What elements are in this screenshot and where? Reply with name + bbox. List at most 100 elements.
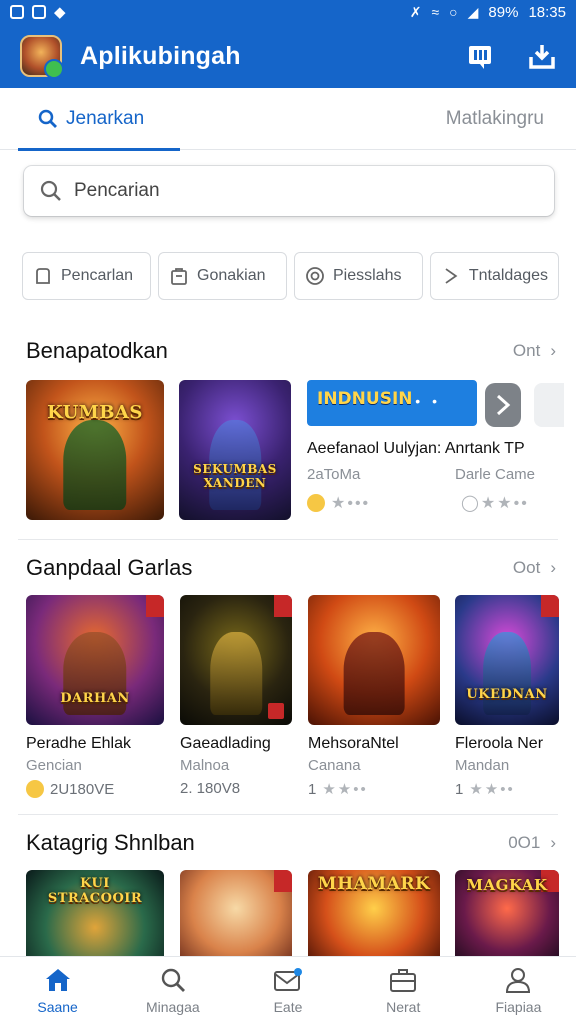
game-card[interactable] [180,870,292,956]
status-notifications: ◆ [10,3,66,21]
game-card[interactable]: KUI STRACOOIR [26,870,164,956]
game-card[interactable]: Gaeadlading Malnoa 2. 180V8 [180,595,292,797]
filter-chips: Pencarlan Gonakian Piesslahs Tntaldages [22,252,559,300]
game-thumbnail: KUI STRACOOIR [26,870,164,956]
rating-stars-icon: ★★•• [469,781,515,798]
banner-next-button[interactable] [485,383,521,427]
game-card[interactable]: SEKUMBAS XANDEN [179,380,291,520]
nav-work[interactable]: Nerat [346,957,461,1024]
chip-play[interactable]: Tntaldages [430,252,559,300]
game-logo-text: UKEDNAN [466,687,548,702]
divider [18,814,558,815]
clock: 18:35 [528,3,566,21]
badge-icon [274,870,292,892]
nav-label: Nerat [386,998,421,1015]
game-card[interactable]: UKEDNAN Fleroola Ner Mandan 1 ★★•• [455,595,559,798]
emoji-icon [26,780,44,798]
game-meta-text: 1 [455,780,464,798]
game-thumbnail: KUMBAS [26,380,164,520]
game-publisher: Malnoa [180,757,230,774]
section-title: Katagrig Shnlban [26,830,195,855]
bottom-navigation: Saane Minagaa Eate Nerat Fiapiaa [0,956,576,1024]
chip-search[interactable]: Pencarlan [22,252,151,300]
game-thumbnail [180,870,292,956]
see-more-label: Oot [512,558,541,577]
game-thumbnail [308,595,440,725]
banner-rating-row: ★••• ◯★★•• [307,493,576,513]
mail-icon [274,967,302,991]
home-icon [45,968,70,991]
search-icon [40,180,61,201]
game-thumbnail [180,595,292,725]
section-title: Ganpdaal Garlas [26,555,193,580]
chevron-right-icon: › [550,558,556,577]
app-bar: Aplikubingah [0,24,576,88]
game-card[interactable]: MehsoraNtel Canana 1 ★★•• [308,595,440,798]
search-input[interactable] [74,180,514,202]
game-meta: 1 ★★•• [308,780,440,799]
chip-shop[interactable]: Gonakian [158,252,287,300]
nav-profile[interactable]: Fiapiaa [461,957,576,1024]
emoji-icon [307,494,325,512]
wifi-icon: ≈ [431,4,440,20]
search-bar[interactable] [24,166,554,216]
app-actions [466,42,556,70]
game-meta: 2U180VE [26,780,164,798]
game-title: Fleroola Ner [455,735,544,752]
game-title: Gaeadlading [180,735,271,752]
nav-inbox[interactable]: Eate [230,957,345,1024]
game-card[interactable]: MHAMARK [308,870,440,956]
search-icon [161,968,185,992]
see-more-label: Ont [512,341,541,360]
download-button[interactable] [528,42,556,70]
section-header-popular: Ganpdaal Garlas Oot › [26,553,556,583]
chevron-right-icon [496,394,511,416]
rating-stars-icon: ★★•• [322,781,368,798]
game-thumbnail: SEKUMBAS XANDEN [179,380,291,520]
rating-stars-icon: ★••• [331,495,371,512]
download-icon [529,45,555,69]
document-icon [36,268,50,284]
game-meta-text: 1 [308,780,317,798]
search-icon [38,109,57,128]
game-logo-text: MHAMARK [317,874,431,894]
category-row: KUI STRACOOIR MHAMARK MAGKAK [26,870,576,956]
game-logo-text: KUI STRACOOIR [47,876,143,906]
see-more-button[interactable]: Oot › [513,558,556,578]
game-thumbnail: UKEDNAN [455,595,559,725]
person-icon [506,967,531,993]
game-meta: 1 ★★•• [455,780,559,799]
banner-title: Aeefanaol Uulyjan: Anrtank TP [307,440,525,457]
recommended-row: KUMBAS SEKUMBAS XANDEN INDNUSIN • • Aeef… [26,380,576,520]
game-meta: 2. 180V8 [180,780,292,797]
game-publisher: Mandan [455,757,510,774]
app-title: Aplikubingah [80,41,241,70]
game-card[interactable]: KUMBAS [26,380,164,520]
game-logo-text: KUMBAS [47,402,143,423]
badge-icon [541,595,559,617]
nav-home[interactable]: Saane [0,957,115,1024]
chip-label: Gonakian [197,267,266,284]
badge-icon [268,703,284,719]
tab-discover[interactable]: Jenarkan [18,88,180,151]
library-icon [469,46,491,69]
nav-search[interactable]: Minagaa [115,957,230,1024]
status-bar: ◆ ✗ ≈ ○ ◢ 89% 18:35 [0,0,576,24]
game-card[interactable]: DARHAN Peradhe Ehlak Gencian 2U180VE [26,595,164,798]
promo-banner[interactable]: INDNUSIN • • [307,380,477,426]
banner-info: Aeefanaol Uulyjan: Anrtank TP 2aToMa Dar… [307,440,576,513]
notification-icon [32,5,46,19]
alarm-icon: ○ [449,4,458,20]
game-thumbnail: MAGKAK [455,870,559,956]
see-more-button[interactable]: 0O1 › [508,833,556,853]
game-card[interactable]: MAGKAK [455,870,559,956]
tab-library[interactable]: Matlakingru [446,88,544,150]
game-title: Peradhe Ehlak [26,735,131,752]
library-button[interactable] [466,42,494,70]
section-header-category: Katagrig Shnlban 0O1 › [26,828,556,858]
chevron-right-icon: › [550,341,556,360]
section-title: Benapatodkan [26,338,168,363]
chip-awards[interactable]: Piesslahs [294,252,423,300]
see-more-button[interactable]: Ont › [513,341,556,361]
banner-sub-row: 2aToMa Darle Came [307,466,576,483]
